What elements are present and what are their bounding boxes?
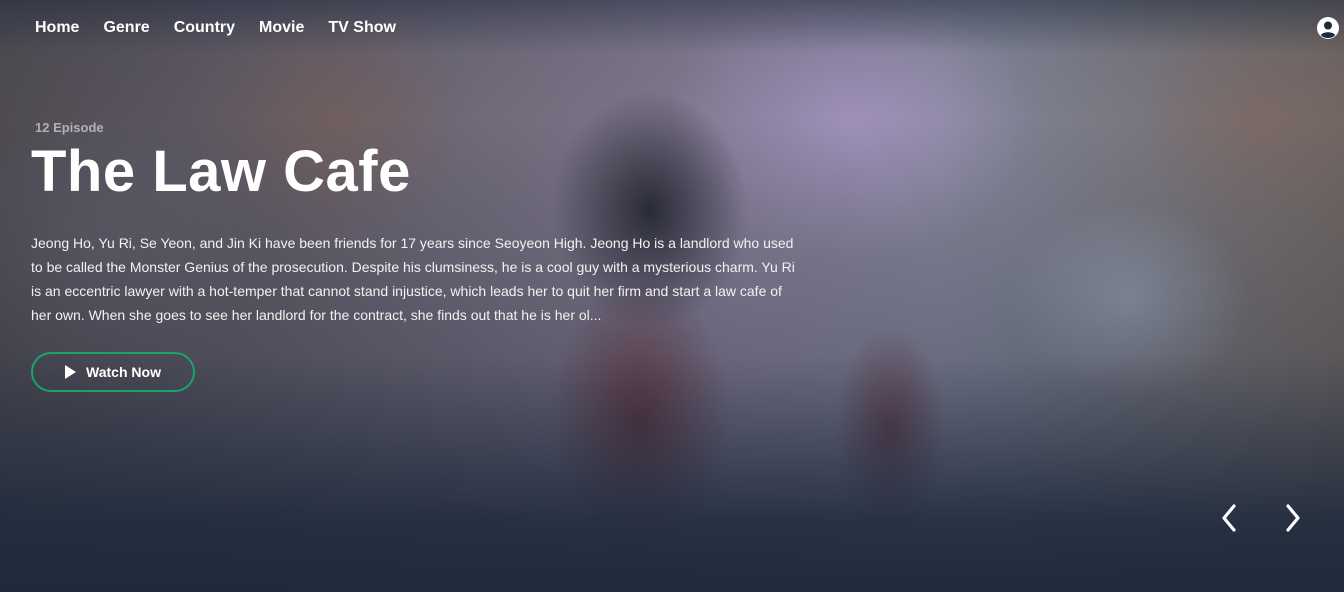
hero-content: 12 Episode The Law Cafe Jeong Ho, Yu Ri,… (31, 120, 801, 327)
nav-item-tv-show[interactable]: TV Show (328, 19, 396, 37)
nav-item-country[interactable]: Country (174, 19, 235, 37)
nav-item-genre[interactable]: Genre (103, 19, 149, 37)
chevron-right-icon[interactable] (1280, 502, 1308, 534)
chevron-left-icon[interactable] (1216, 502, 1244, 534)
episode-count: 12 Episode (35, 120, 104, 135)
watch-now-label: Watch Now (86, 364, 161, 380)
nav-item-movie[interactable]: Movie (259, 19, 304, 37)
show-description: Jeong Ho, Yu Ri, Se Yeon, and Jin Ki hav… (31, 235, 795, 323)
show-title: The Law Cafe (31, 139, 411, 204)
nav-item-home[interactable]: Home (35, 19, 79, 37)
user-circle-icon[interactable] (1316, 16, 1340, 40)
hero-banner: Home Genre Country Movie TV Show 12 Epis… (0, 0, 1344, 592)
watch-now-button[interactable]: Watch Now (31, 352, 195, 392)
play-icon (65, 365, 77, 379)
top-nav: Home Genre Country Movie TV Show (0, 0, 1344, 56)
